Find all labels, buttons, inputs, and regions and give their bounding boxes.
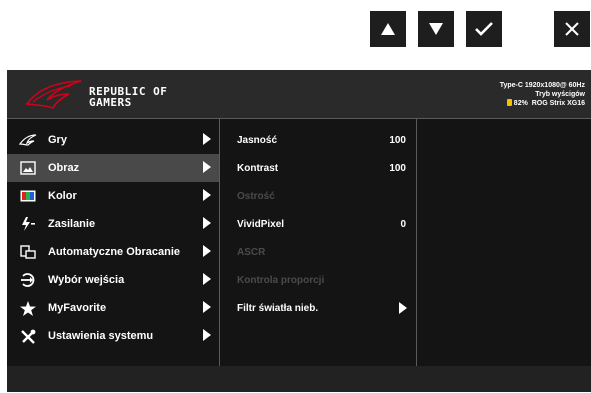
up-arrow-icon [381,23,395,35]
setting-value: 100 [389,163,406,174]
menu-item-gry[interactable]: Gry [7,126,219,154]
battery-icon [506,99,512,106]
chevron-right-icon [203,329,211,341]
menu-item-wybor-wejscia[interactable]: Wybór wejścia [7,266,219,294]
confirm-key[interactable] [466,11,502,47]
setting-ostrosc: Ostrość [231,182,416,210]
battery-level: 82% [513,100,528,107]
chevron-right-icon [203,217,211,229]
osd-menu: REPUBLIC OF GAMERS Type-C 1920x1080@ 60H… [7,70,591,392]
chevron-right-icon [203,133,211,145]
setting-value: 0 [400,219,406,230]
settings-icon [19,329,37,344]
setting-filtr-swiatla-nieb[interactable]: Filtr światła nieb. [231,294,416,322]
star-icon [19,300,37,316]
menu-item-label: Automatyczne Obracanie [48,246,181,258]
osd-header: REPUBLIC OF GAMERS Type-C 1920x1080@ 60H… [7,70,591,118]
chevron-right-icon [399,302,407,314]
chevron-right-icon [203,273,211,285]
model-name: ROG Strix XG16 [531,100,585,107]
rog-eye-icon [19,133,37,147]
brand-line2: GAMERS [89,96,132,109]
setting-label: Kontrola proporcji [237,275,325,286]
chevron-right-icon [203,189,211,201]
menu-item-label: Kolor [48,190,77,202]
menu-item-zasilanie[interactable]: Zasilanie [7,210,219,238]
chevron-right-icon [203,161,211,173]
menu-item-ustawienia-systemu[interactable]: Ustawienia systemu [7,322,219,350]
down-key[interactable] [418,11,454,47]
status-line3: 82% ROG Strix XG16 [500,99,585,109]
setting-label: Ostrość [237,191,275,202]
menu-item-label: Ustawienia systemu [48,330,154,342]
close-key[interactable] [554,11,590,47]
power-icon [19,217,37,231]
column-divider-2 [416,119,417,366]
menu-item-label: Obraz [48,162,80,174]
menu-item-label: Wybór wejścia [48,274,125,286]
rotate-icon [19,245,37,259]
setting-vividpixel[interactable]: VividPixel 0 [231,210,416,238]
menu-item-obraz[interactable]: Obraz [7,154,219,182]
setting-label: Filtr światła nieb. [237,303,319,314]
menu-item-automatyczne-obracanie[interactable]: Automatyczne Obracanie [7,238,219,266]
setting-kontrast[interactable]: Kontrast 100 [231,154,416,182]
color-icon [19,189,37,203]
rog-logo-icon [25,80,82,109]
menu-item-label: Zasilanie [48,218,96,230]
input-icon [19,273,37,287]
menu-item-label: Gry [48,134,67,146]
up-key[interactable] [370,11,406,47]
menu-item-label: MyFavorite [48,302,107,314]
checkmark-icon [475,22,493,36]
setting-label: Kontrast [237,163,279,174]
close-icon [565,22,579,36]
setting-value: 100 [389,135,406,146]
menu-item-myfavorite[interactable]: MyFavorite [7,294,219,322]
setting-ascr: ASCR [231,238,416,266]
status-info: Type-C 1920x1080@ 60Hz Tryb wyścigów 82%… [500,82,585,109]
status-mode: Tryb wyścigów [535,90,585,98]
down-arrow-icon [429,23,443,35]
brand-text: REPUBLIC OF GAMERS [89,86,167,108]
setting-kontrola-proporcji: Kontrola proporcji [231,266,416,294]
setting-jasnosc[interactable]: Jasność 100 [231,126,416,154]
menu-item-kolor[interactable]: Kolor [7,182,219,210]
setting-label: VividPixel [237,219,285,230]
setting-label: ASCR [237,247,266,258]
image-icon [19,161,37,175]
status-input-resolution: Type-C 1920x1080@ 60Hz [499,82,585,89]
header-divider [7,118,591,119]
chevron-right-icon [203,245,211,257]
setting-label: Jasność [237,135,278,146]
osd-footer [7,366,591,392]
column-divider-1 [219,119,220,366]
chevron-right-icon [203,301,211,313]
